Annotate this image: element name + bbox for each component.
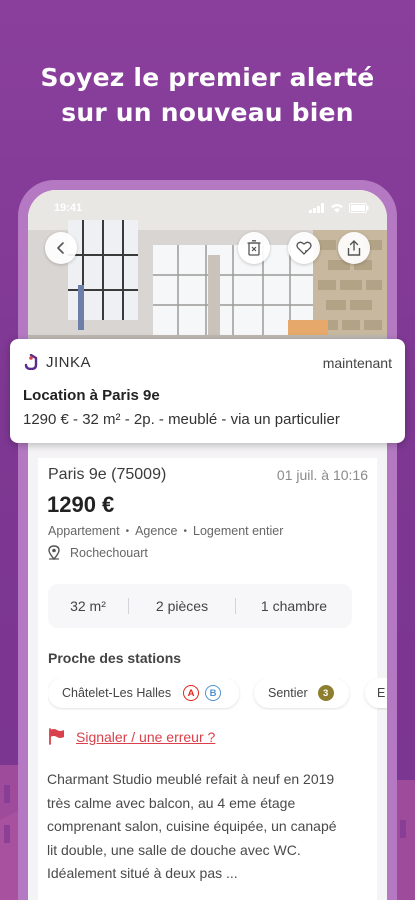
spec-area: 32 m²: [70, 598, 106, 614]
listing-date: 01 juil. à 10:16: [276, 467, 368, 483]
spec-bedrooms: 1 chambre: [260, 598, 328, 614]
description-line: très calme avec balcon, au 4 eme étage: [47, 794, 296, 811]
chevron-left-icon: [57, 242, 64, 254]
listing-tags: Appartement • Agence • Logement entier: [48, 524, 283, 538]
spec-rooms: 2 pièces: [155, 598, 209, 614]
notification-time: maintenant: [322, 355, 392, 371]
stations-list: Châtelet-Les Halles A B Sentier 3 E: [48, 678, 387, 710]
listing-photo[interactable]: 19:41: [28, 190, 387, 358]
station-chip[interactable]: Châtelet-Les Halles A B: [48, 678, 239, 708]
listing-location: Paris 9e (75009): [48, 466, 167, 483]
listing-specs: 32 m² 2 pièces 1 chambre: [48, 584, 352, 628]
station-name: E: [377, 686, 386, 700]
tag-separator: •: [125, 525, 130, 537]
stations-title: Proche des stations: [48, 650, 182, 666]
description-line: Idéalement situé à deux pas ...: [47, 865, 238, 881]
favorite-button[interactable]: [288, 232, 320, 264]
share-icon: [347, 240, 361, 256]
tag-property-type: Appartement: [48, 524, 120, 538]
notification-app-name: JINKA: [46, 354, 92, 371]
station-chip[interactable]: E: [365, 678, 387, 708]
status-icons: [309, 203, 369, 213]
share-button[interactable]: [338, 232, 370, 264]
notification-body: 1290 € - 32 m² - 2p. - meublé - via un p…: [23, 411, 340, 428]
tag-separator: •: [183, 525, 188, 537]
report-error-label: Signaler / une erreur ?: [76, 728, 216, 745]
line-badge-rer-b: B: [205, 685, 222, 701]
description-line: Charmant Studio meublé refait à neuf en …: [47, 771, 335, 787]
line-badge-metro-3: 3: [317, 685, 334, 701]
report-error-link[interactable]: Signaler / une erreur ?: [48, 728, 215, 745]
listing-neighborhood: Rochechouart: [48, 545, 148, 560]
trash-icon: [247, 240, 261, 256]
map-pin-icon: [48, 545, 60, 560]
description-line: comprenant salon, cuisine équipée, un ca…: [47, 818, 337, 834]
wifi-icon: [331, 204, 343, 213]
station-name: Sentier: [268, 686, 308, 700]
tag-agency: Agence: [135, 524, 178, 538]
notification-title: Location à Paris 9e: [23, 387, 160, 404]
tag-housing: Logement entier: [193, 524, 284, 538]
station-chip[interactable]: Sentier 3: [254, 678, 349, 708]
line-badge-rer-a: A: [183, 685, 200, 701]
listing-description: Charmant Studio meublé refait à neuf en …: [47, 768, 377, 886]
flag-icon: [49, 728, 64, 745]
headline-line-2: sur un nouveau bien: [61, 98, 354, 127]
station-name: Châtelet-Les Halles: [62, 686, 172, 700]
signal-icon: [309, 203, 324, 213]
status-bar: 19:41: [28, 202, 387, 218]
push-notification[interactable]: JINKA maintenant Location à Paris 9e 129…: [10, 339, 405, 443]
headline: Soyez le premier alerté sur un nouveau b…: [0, 60, 415, 130]
battery-icon: [349, 203, 369, 213]
heart-icon: [296, 241, 312, 255]
listing-price: 1290 €: [47, 492, 115, 517]
headline-line-1: Soyez le premier alerté: [40, 63, 375, 92]
description-line: lit double, une salle de douche avec WC.: [47, 841, 301, 858]
delete-button[interactable]: [238, 232, 270, 264]
jinka-logo-icon: [24, 354, 38, 370]
status-time: 19:41: [54, 202, 83, 214]
back-button[interactable]: [45, 232, 77, 264]
neighborhood-name: Rochechouart: [70, 545, 148, 560]
